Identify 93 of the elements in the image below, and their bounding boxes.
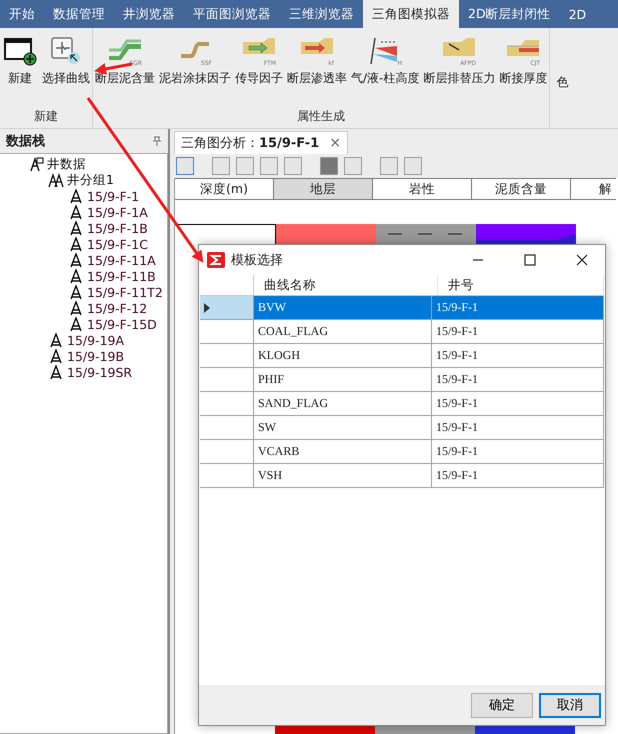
table-cell[interactable]: PHIF [254,368,432,391]
group-label: 属性生成 [296,108,346,125]
toolbar-icon[interactable] [380,157,398,175]
toolbar-icon[interactable] [344,157,362,175]
table-cell[interactable]: 15/9-F-1 [432,464,604,487]
row-pointer-icon [204,302,210,312]
rig-icon [68,268,84,284]
column-header[interactable]: 深度(m) [175,178,274,200]
table-cell[interactable]: VCARB [254,440,432,463]
tree-item[interactable]: 井数据 [47,156,86,172]
tree-item[interactable]: 井分组1 [67,172,114,188]
ribbon-tab[interactable]: 三维浏览器 [280,0,363,28]
tree-item[interactable]: 15/9-F-11A [87,252,156,268]
table-cell[interactable]: 15/9-F-1 [432,320,604,343]
pin-icon[interactable] [152,136,162,146]
column-header[interactable]: 泥质含量 [472,178,571,200]
app-logo-icon [207,252,225,268]
rig-icon [68,252,84,268]
toolbar-icon[interactable] [320,157,338,175]
table-cell[interactable]: SW [254,416,432,439]
tree-item[interactable]: 15/9-19SR [67,364,132,380]
panel-title: 数据栈 [6,133,45,150]
rig-icon [68,236,84,252]
rig-icon [68,300,84,316]
tree-item[interactable]: 15/9-F-15D [87,316,157,332]
rig-icon [68,188,84,204]
rig-icon [68,284,84,300]
ribbon-tab[interactable]: 开始 [0,0,44,28]
group-label: 新建 [33,108,59,125]
tree-item[interactable]: 15/9-F-11B [87,268,156,284]
column-header[interactable]: 解 [571,178,616,200]
table-cell[interactable]: KLOGH [254,344,432,367]
ribbon-button-label[interactable]: 断层排替压力 [423,70,496,87]
close-icon[interactable]: × [329,135,341,151]
document-tab[interactable]: 三角图分析：15/9-F-1 × [174,131,348,154]
column-header[interactable]: 地层 [274,178,373,200]
table-cell[interactable]: 15/9-F-1 [432,392,604,415]
tree-item[interactable]: 15/9-F-11T2 [87,284,163,300]
column-header[interactable]: 岩性 [373,178,472,200]
toolbar-icon[interactable] [212,157,230,175]
table-cell[interactable]: 15/9-F-1 [432,368,604,391]
rig-icon [48,332,64,348]
ok-button[interactable]: 确定 [471,692,533,718]
tree-item[interactable]: 15/9-F-1B [87,220,148,236]
ribbon-tab[interactable]: 2D [560,0,596,28]
ribbon-button-label[interactable]: 断层渗透率 [287,70,347,87]
ribbon-tab[interactable]: 2D断层封闭性 [459,0,560,28]
dialog-title: 模板选择 [231,252,284,269]
table-cell[interactable]: BVW [254,296,432,319]
ribbon-tab[interactable]: 井浏览器 [114,0,184,28]
table-cell[interactable]: 15/9-F-1 [432,440,604,463]
table-cell[interactable]: 15/9-F-1 [432,296,604,319]
cancel-button[interactable]: 取消 [539,692,601,718]
tree-item[interactable]: 15/9-19A [67,332,124,348]
table-cell[interactable]: 15/9-F-1 [432,344,604,367]
ribbon-tab[interactable]: 三角图模拟器 [363,0,459,28]
ribbon-tab[interactable]: 数据管理 [44,0,114,28]
table-cell[interactable]: SAND_FLAG [254,392,432,415]
ribbon-button-label[interactable]: 断接厚度 [499,70,548,87]
tree-item[interactable]: 15/9-F-1C [87,236,148,252]
close-icon[interactable] [576,254,588,266]
table-cell[interactable]: VSH [254,464,432,487]
tree-item[interactable]: 15/9-19B [67,348,124,364]
toolbar-icon[interactable] [176,157,194,175]
ribbon-label[interactable]: 色 [550,36,568,128]
ribbon-button-label[interactable]: 新建 [8,70,32,87]
row-header[interactable] [200,296,254,319]
rig-icon [48,348,64,364]
tree-item[interactable]: 15/9-F-1 [87,188,140,204]
toolbar-icon[interactable] [236,157,254,175]
double-rig-icon [48,172,64,188]
table-cell[interactable]: COAL_FLAG [254,320,432,343]
rig-icon [68,220,84,236]
ribbon-tab[interactable]: 平面图浏览器 [184,0,280,28]
document-tab-label: 三角图分析：15/9-F-1 [181,135,320,152]
ribbon-button-label[interactable]: 传导因子 [235,70,283,87]
tree-item[interactable]: 15/9-F-12 [87,300,148,316]
toolbar-icon[interactable] [404,157,422,175]
ribbon-button-label[interactable]: 泥岩涂抹因子 [159,70,231,87]
toolbar-icon[interactable] [260,157,278,175]
column-header[interactable]: 曲线名称 [254,275,438,295]
rig-icon [68,316,84,332]
rig-document-icon [28,156,44,172]
table-cell[interactable]: 15/9-F-1 [432,416,604,439]
toolbar-icon[interactable] [284,157,302,175]
ribbon-button-label[interactable]: 选择曲线 [42,70,90,87]
rig-icon [68,204,84,220]
ribbon-button-label[interactable]: 气/液-柱高度 [351,70,420,87]
maximize-icon[interactable] [524,254,536,266]
new-window-icon[interactable] [2,36,38,66]
tree-item[interactable]: 15/9-F-1A [87,204,148,220]
column-header[interactable]: 井号 [438,275,604,295]
rig-icon [48,364,64,380]
